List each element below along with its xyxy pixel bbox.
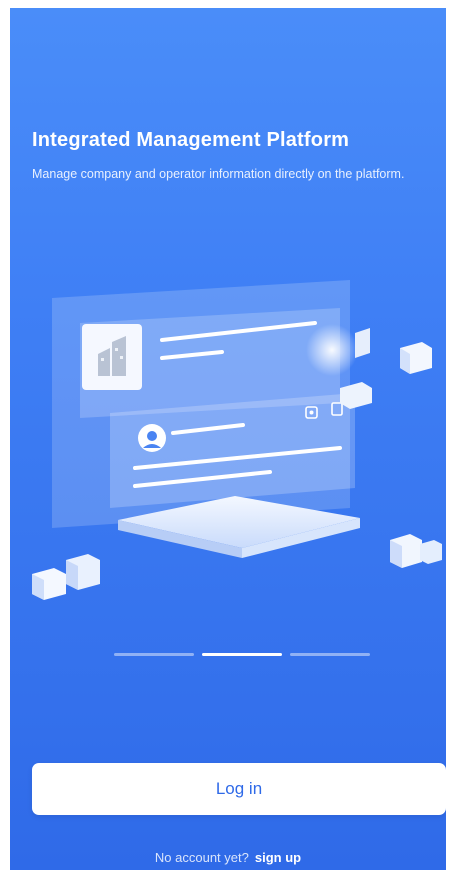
signup-prompt: No account yet? sign up <box>10 850 446 870</box>
platform-illustration <box>32 280 442 600</box>
page-indicator <box>114 653 370 656</box>
page-title: Integrated Management Platform <box>32 129 350 151</box>
page-indicator-dot[interactable] <box>114 653 194 656</box>
page-indicator-dot-active[interactable] <box>202 653 282 656</box>
page-indicator-dot[interactable] <box>290 653 370 656</box>
no-account-text: No account yet? <box>154 850 249 865</box>
onboarding-screen: Integrated Management Platform Manage co… <box>10 8 446 870</box>
signup-link[interactable]: sign up <box>255 850 301 865</box>
login-button[interactable]: Log in <box>32 763 446 815</box>
page-subtitle: Manage company and operator information … <box>32 167 405 181</box>
user-avatar-icon <box>138 424 166 452</box>
building-icon <box>82 324 142 390</box>
